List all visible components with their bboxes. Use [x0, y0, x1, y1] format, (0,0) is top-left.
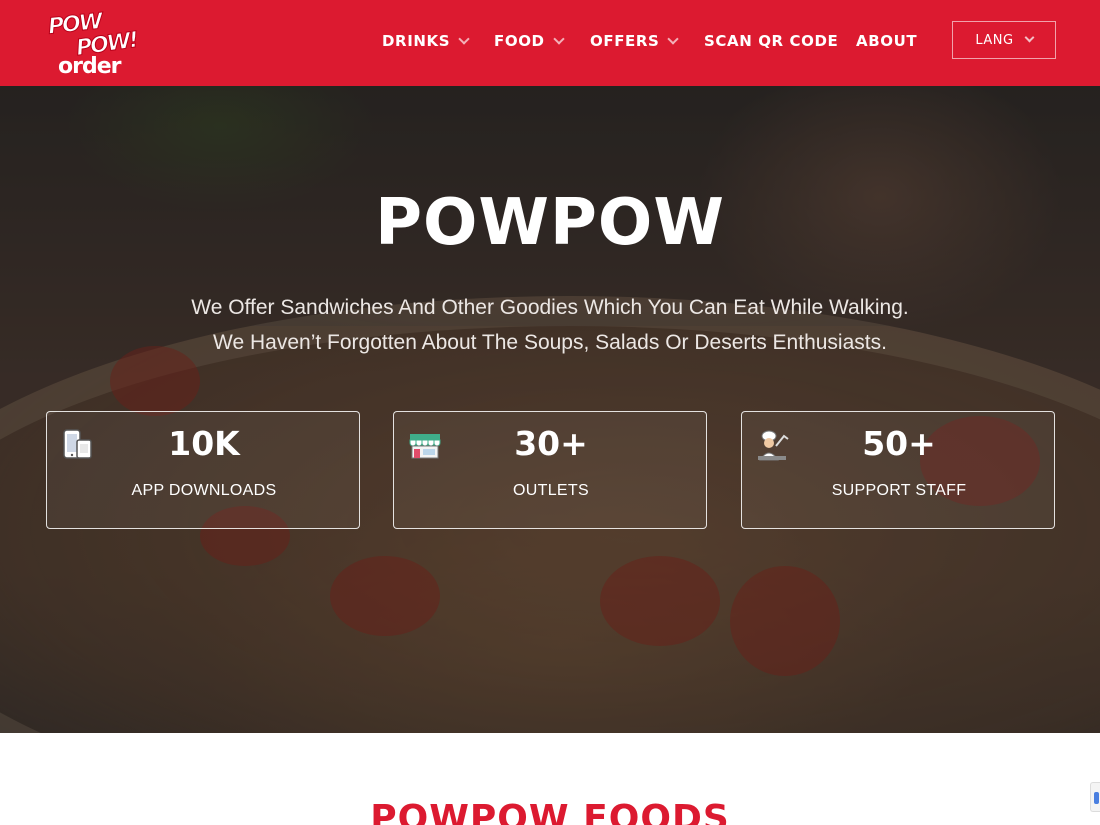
chevron-down-icon	[552, 32, 565, 45]
hero-title: POWPOW	[375, 186, 725, 260]
language-selector-button[interactable]: LANG	[952, 21, 1056, 59]
stat-value: 30+	[514, 424, 588, 463]
nav-scan-qr-code-label: SCAN QR CODE	[704, 32, 839, 50]
stat-card-app-downloads: 10K APP DOWNLOADS	[46, 411, 360, 529]
stat-label: APP DOWNLOADS	[131, 482, 277, 499]
logo-line-3: order	[58, 54, 121, 79]
nav-offers[interactable]: OFFERS	[590, 32, 680, 50]
hero-dark-overlay	[0, 86, 1100, 733]
hero-banner: POWPOW We Offer Sandwiches And Other Goo…	[0, 86, 1100, 733]
stat-value: 50+	[862, 424, 936, 463]
nav-food[interactable]: FOOD	[494, 32, 565, 50]
hero-subtitle-line-1: We Offer Sandwiches And Other Goodies Wh…	[191, 296, 909, 319]
stat-value: 10K	[168, 424, 240, 463]
section-title: POWPOW FOODS	[370, 798, 730, 825]
stat-card-support-staff: 50+ SUPPORT STAFF	[741, 411, 1055, 529]
recaptcha-icon	[1094, 792, 1099, 804]
nav-food-label: FOOD	[494, 32, 545, 50]
powpow-logo[interactable]: POW POW! order	[46, 9, 139, 79]
chevron-down-icon	[1024, 32, 1035, 43]
stat-card-outlets: 30+ OUTLETS	[393, 411, 707, 529]
chevron-down-icon	[458, 32, 470, 45]
stat-label: OUTLETS	[513, 482, 589, 499]
nav-drinks-label: DRINKS	[382, 32, 451, 50]
recaptcha-badge[interactable]	[1090, 782, 1100, 812]
nav-drinks[interactable]: DRINKS	[382, 32, 470, 50]
site-header: POW POW! order DRINKS FOOD OFFERS SCAN Q…	[0, 0, 1100, 86]
chevron-down-icon	[667, 32, 680, 45]
nav-about[interactable]: ABOUT	[856, 32, 917, 50]
nav-offers-label: OFFERS	[590, 32, 660, 50]
hero-subtitle: We Offer Sandwiches And Other Goodies Wh…	[0, 290, 1100, 360]
language-selector-label: LANG	[975, 32, 1014, 48]
nav-scan-qr-code[interactable]: SCAN QR CODE	[704, 32, 838, 50]
stat-label: SUPPORT STAFF	[831, 482, 967, 499]
nav-about-label: ABOUT	[856, 32, 918, 50]
hero-subtitle-line-2: We Haven’t Forgotten About The Soups, Sa…	[213, 331, 887, 354]
